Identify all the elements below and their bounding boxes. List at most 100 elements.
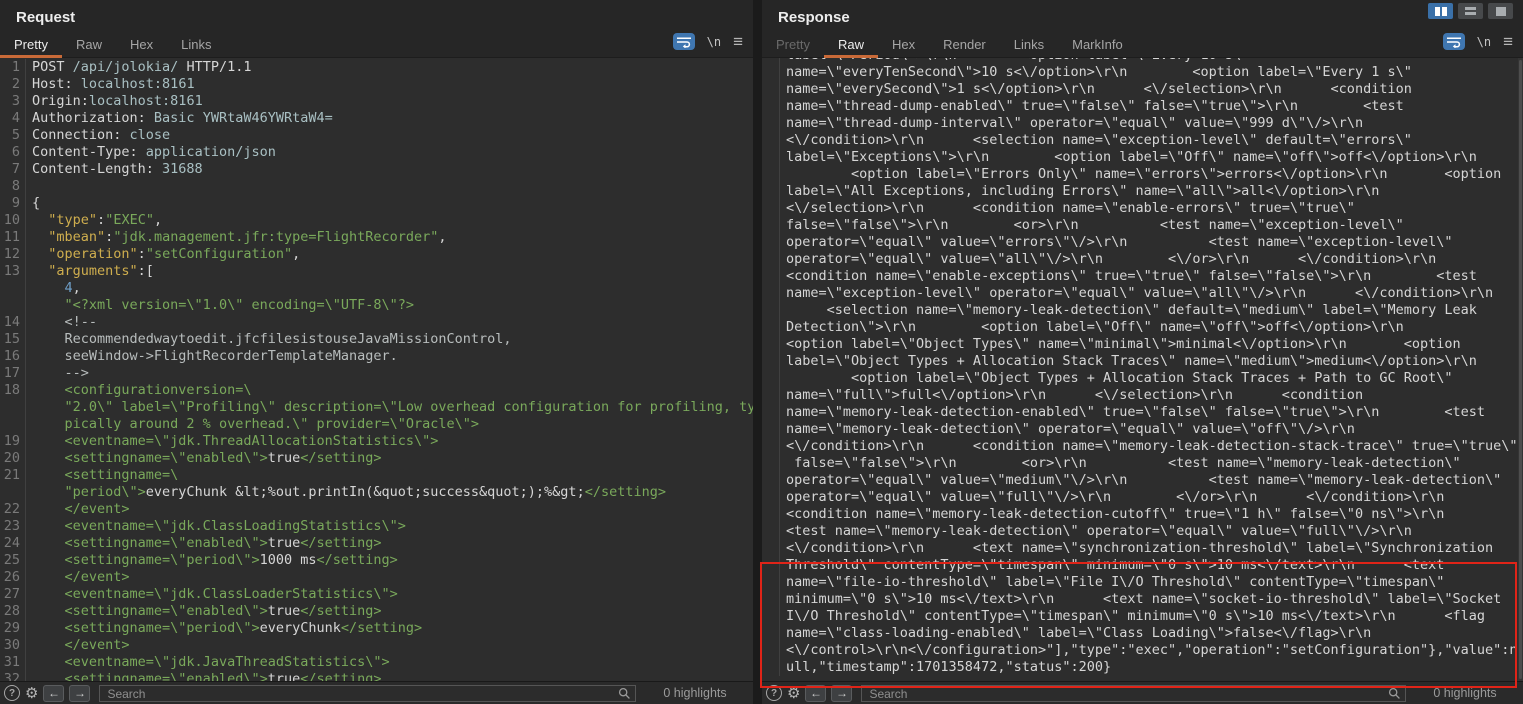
search-settings-gear-icon[interactable]: ⚙ [787,686,800,701]
code-line: 4, [0,280,753,297]
code-line: label=\"All Exceptions, including Errors… [762,183,1523,200]
word-wrap-icon [1446,36,1462,48]
code-line: operator=\"equal\" value=\"medium\"\/>\r… [762,472,1523,489]
magnifier-icon [1388,687,1401,700]
request-header: Request [0,0,753,30]
word-wrap-toggle-button[interactable] [673,33,695,50]
request-search-input[interactable] [99,685,636,702]
response-scrollbar[interactable] [1518,58,1523,681]
request-code: 1POST /api/jolokia/ HTTP/1.12Host: local… [0,59,753,681]
previous-match-button[interactable]: ← [805,685,826,702]
word-wrap-toggle-button[interactable] [1443,33,1465,50]
code-line: operator=\"equal\" value=\"full\"\/>\r\n… [762,489,1523,506]
code-line: name=\"memory-leak-detection\" operator=… [762,421,1523,438]
code-line: 27 <eventname=\"jdk.ClassLoaderStatistic… [0,586,753,603]
code-line: name=\"memory-leak-detection-enabled\" t… [762,404,1523,421]
code-line: 9{ [0,195,753,212]
code-line: 17 --> [0,365,753,382]
response-search-field-wrap [861,685,1406,702]
next-match-button[interactable]: → [831,685,852,702]
code-line: 29 <settingname=\"period\">everyChunk</s… [0,620,753,637]
request-panel: Request PrettyRawHexLinks \n ≡ 1POST /ap… [0,0,753,704]
layout-single-button[interactable] [1488,3,1513,19]
code-line: 28 <settingname=\"enabled\">true</settin… [0,603,753,620]
newline-toggle-button[interactable]: \n [1477,35,1491,49]
newline-toggle-button[interactable]: \n [707,35,721,49]
tab-hex[interactable]: Hex [878,30,929,57]
code-line: <\/condition>\r\n <text name=\"synchroni… [762,540,1523,557]
code-line: 21 <settingname=\ [0,467,753,484]
code-line: operator=\"equal\" value=\"all\"\/>\r\n … [762,251,1523,268]
code-line: 2Host: localhost:8161 [0,76,753,93]
layout-buttons [1428,3,1513,19]
layout-rows-button[interactable] [1458,3,1483,19]
tab-markinfo[interactable]: MarkInfo [1058,30,1137,57]
code-line: 1POST /api/jolokia/ HTTP/1.1 [0,59,753,76]
code-line: name=\"class-loading-enabled\" label=\"C… [762,625,1523,642]
code-line: 7Content-Length: 31688 [0,161,753,178]
layout-columns-button[interactable] [1428,3,1453,19]
tab-hex[interactable]: Hex [116,30,167,57]
tab-links[interactable]: Links [167,30,225,57]
tab-render[interactable]: Render [929,30,1000,57]
code-line: name=\"file-io-threshold\" label=\"File … [762,574,1523,591]
previous-match-button[interactable]: ← [43,685,64,702]
code-line: I\/O Threshold\" contentType=\"timespan\… [762,608,1523,625]
code-line: Detection\">\r\n <option label=\"Off\" n… [762,319,1523,336]
tab-links[interactable]: Links [1000,30,1058,57]
code-line: "<?xml version=\"1.0\" encoding=\"UTF-8\… [0,297,753,314]
rows-layout-icon [1465,7,1476,15]
single-layout-icon [1496,7,1506,16]
code-line: operator=\"equal\" value=\"errors\"\/>\r… [762,234,1523,251]
code-line: 4Authorization: Basic YWRtaW46YWRtaW4= [0,110,753,127]
request-editor-controls: \n ≡ [673,33,743,50]
code-line: name=\"everySecond\">1 s<\/option>\r\n <… [762,81,1523,98]
code-line: 3Origin:localhost:8161 [0,93,753,110]
request-tabbar: PrettyRawHexLinks \n ≡ [0,30,753,58]
hamburger-menu-icon[interactable]: ≡ [1503,35,1513,49]
request-search-field-wrap [99,685,636,702]
code-line: Threshold\" contentType=\"timespan\" min… [762,557,1523,574]
response-tabs: PrettyRawHexRenderLinksMarkInfo [762,30,1137,57]
code-line: pically around 2 % overhead.\" provider=… [0,416,753,433]
code-line: name=\"everyTenSecond\">10 s<\/option>\r… [762,64,1523,81]
code-line: 25 <settingname=\"period\">1000 ms</sett… [0,552,753,569]
response-tabbar: PrettyRawHexRenderLinksMarkInfo \n ≡ [762,30,1523,58]
response-search-input[interactable] [861,685,1406,702]
code-line: 18 <configurationversion=\ [0,382,753,399]
code-line: <condition name=\"enable-exceptions\" tr… [762,268,1523,285]
response-editor[interactable]: label=\"Period\">\r\n <option label=\"Ev… [762,58,1523,681]
help-icon[interactable]: ? [766,685,782,701]
tab-pretty[interactable]: Pretty [762,30,824,57]
code-line: <option label=\"Errors Only\" name=\"err… [762,166,1523,183]
burp-message-editor: Request PrettyRawHexLinks \n ≡ 1POST /ap… [0,0,1523,704]
code-line: 8 [0,178,753,195]
response-highlights-count: 0 highlights [1411,686,1519,700]
help-icon[interactable]: ? [4,685,20,701]
response-editor-controls: \n ≡ [1443,33,1513,50]
hamburger-menu-icon[interactable]: ≡ [733,35,743,49]
code-line: 10 "type":"EXEC", [0,212,753,229]
request-editor[interactable]: 1POST /api/jolokia/ HTTP/1.12Host: local… [0,58,753,681]
code-line: 11 "mbean":"jdk.management.jfr:type=Flig… [0,229,753,246]
code-line: name=\"thread-dump-enabled\" true=\"fals… [762,98,1523,115]
code-line: <selection name=\"memory-leak-detection\… [762,302,1523,319]
arrow-right-icon: → [836,686,848,700]
next-match-button[interactable]: → [69,685,90,702]
code-line: ull,"timestamp":1701358472,"status":200} [762,659,1523,676]
tab-raw[interactable]: Raw [824,30,878,57]
columns-layout-icon [1435,7,1440,16]
response-header: Response [762,0,1523,30]
scrollbar-thumb[interactable] [1519,60,1522,679]
arrow-left-icon: ← [810,686,822,700]
tab-raw[interactable]: Raw [62,30,116,57]
word-wrap-icon [676,36,692,48]
code-line: <\/selection>\r\n <condition name=\"enab… [762,200,1523,217]
tab-pretty[interactable]: Pretty [0,30,62,57]
response-title: Response [778,9,850,26]
code-line: 13 "arguments":[ [0,263,753,280]
code-line: label=\"Exceptions\">\r\n <option label=… [762,149,1523,166]
request-highlights-count: 0 highlights [641,686,749,700]
code-line: "period\">everyChunk &lt;%out.printIn(&q… [0,484,753,501]
search-settings-gear-icon[interactable]: ⚙ [25,686,38,701]
